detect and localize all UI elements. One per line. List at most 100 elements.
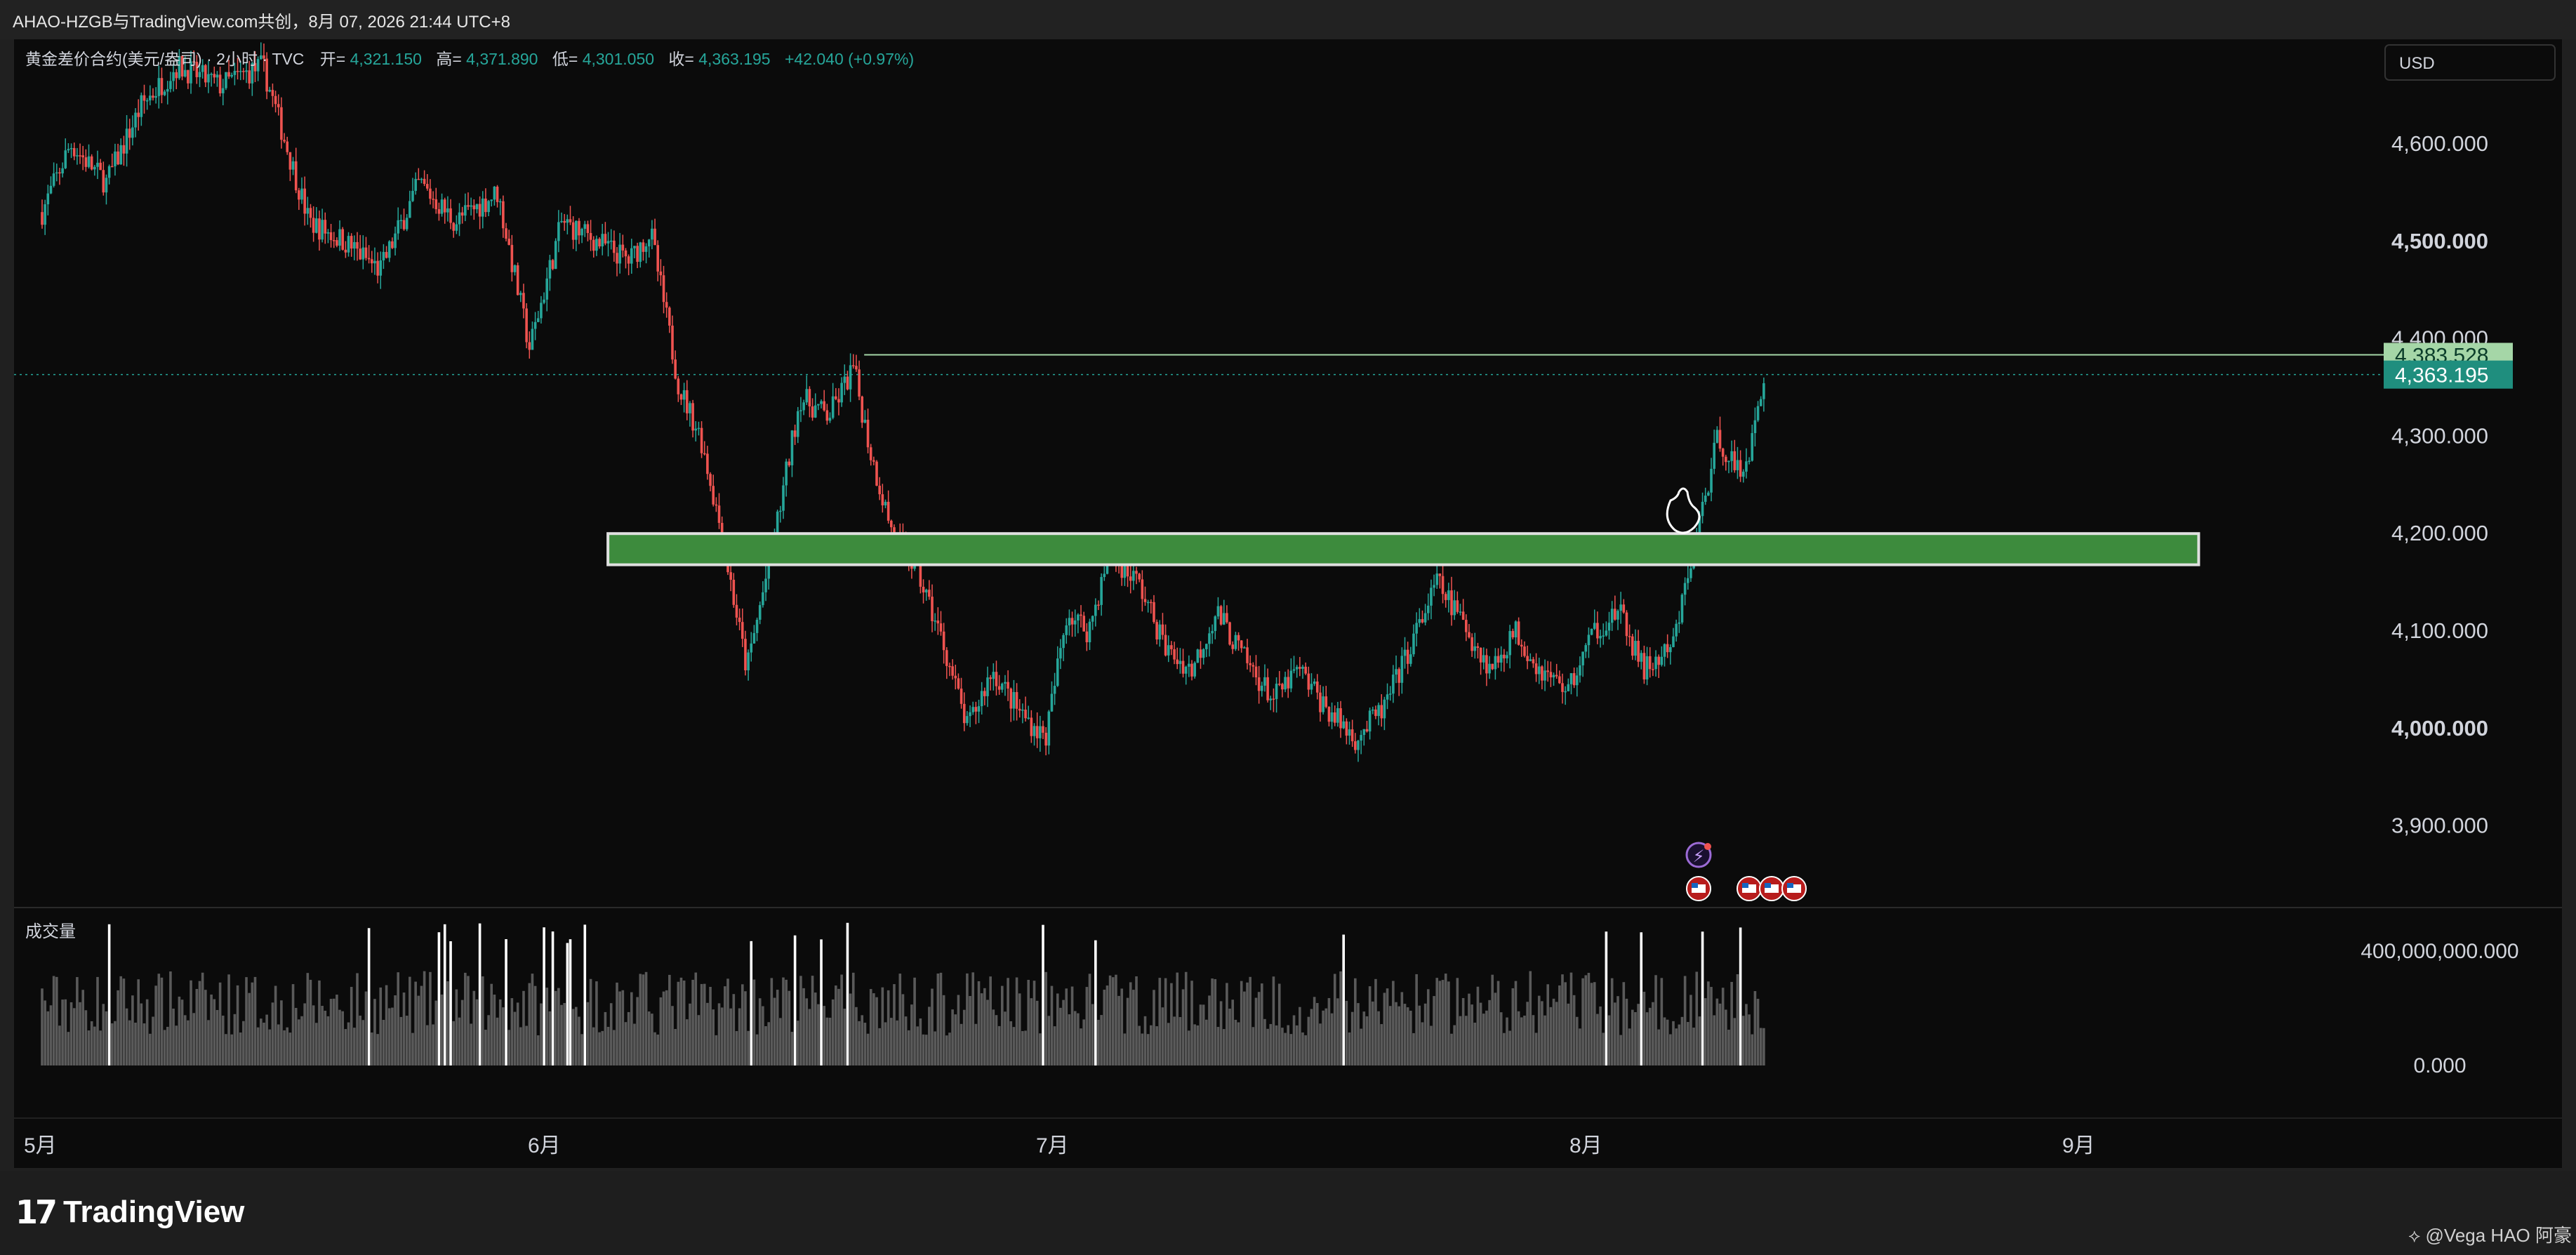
- candle-body: [458, 212, 461, 225]
- volume-bar: [1616, 996, 1619, 1065]
- candle-body: [934, 620, 936, 622]
- candle-body: [478, 204, 482, 217]
- volume-bar: [1339, 971, 1342, 1065]
- candle-body: [1199, 649, 1202, 658]
- candle-body: [817, 404, 820, 406]
- volume-bar: [1645, 1012, 1649, 1065]
- candle-body: [1179, 660, 1182, 665]
- volume-bar: [1170, 983, 1173, 1065]
- candle-body: [1663, 644, 1666, 657]
- candle-body: [741, 622, 744, 639]
- volume-bar: [149, 1033, 152, 1065]
- volume-bar: [1304, 1035, 1307, 1065]
- candle-body: [236, 70, 239, 72]
- currency-selector[interactable]: USD: [2384, 44, 2556, 81]
- candle-body: [1173, 649, 1176, 660]
- volume-bar: [831, 999, 835, 1065]
- candle-body: [709, 474, 712, 486]
- candle-body: [1035, 726, 1039, 738]
- candle-body: [516, 265, 519, 296]
- volume-bar: [493, 994, 496, 1065]
- volume-bar: [1695, 971, 1699, 1065]
- candle-body: [187, 69, 190, 84]
- candle-body: [1485, 655, 1488, 674]
- tradingview-logo[interactable]: 17 TradingView: [15, 1193, 244, 1231]
- candle-body: [703, 453, 706, 455]
- volume-bar: [251, 982, 254, 1065]
- volume-bar: [134, 1022, 137, 1065]
- candle-body: [1065, 625, 1068, 635]
- volume-bar: [586, 1002, 590, 1065]
- volume-bar: [1561, 974, 1564, 1065]
- volume-bar: [665, 990, 668, 1065]
- volume-bar: [861, 1015, 864, 1065]
- candle-body: [1701, 501, 1704, 517]
- candle-body: [449, 208, 452, 223]
- volume-bar: [440, 994, 444, 1065]
- candle-body: [1488, 663, 1491, 674]
- volume-bar: [397, 972, 400, 1065]
- candle-body: [536, 318, 540, 322]
- time-tick-label: 7月: [1036, 1134, 1069, 1157]
- volume-bar: [1710, 987, 1713, 1065]
- volume-bar: [592, 1027, 595, 1065]
- volume-bar: [630, 992, 633, 1065]
- volume-bar: [1704, 998, 1707, 1065]
- volume-bar: [1231, 1000, 1235, 1065]
- volume-bar: [1228, 1009, 1231, 1065]
- candle-body: [467, 205, 470, 207]
- candle-body: [1333, 712, 1336, 723]
- volume-bar: [1042, 924, 1044, 1065]
- legend-symbol[interactable]: 黄金差价合约(美元/盎司) · 2小时 · TVC: [25, 50, 304, 68]
- candle-body: [286, 141, 289, 152]
- legend-close-value: 4,363.195: [698, 50, 770, 68]
- candle-body: [1564, 691, 1567, 693]
- volume-bar: [1068, 1014, 1071, 1065]
- candle-body: [855, 366, 858, 370]
- volume-bar: [332, 998, 336, 1065]
- candle-body: [1680, 595, 1684, 623]
- candle-body: [828, 418, 832, 421]
- volume-bar: [858, 1021, 861, 1065]
- volume-bar: [1607, 1015, 1611, 1065]
- candle-body: [866, 419, 870, 448]
- volume-bar: [788, 990, 791, 1065]
- candle-body: [969, 712, 971, 717]
- volume-bar: [1097, 1019, 1100, 1065]
- volume-bar: [312, 1005, 315, 1065]
- volume-bar: [356, 973, 359, 1065]
- volume-bar: [1713, 1015, 1715, 1065]
- volume-bar: [1056, 993, 1059, 1065]
- support-zone[interactable]: [606, 532, 2200, 566]
- legend-open-value: 4,321.150: [350, 50, 422, 68]
- volume-bar: [1730, 981, 1733, 1065]
- candle-body: [1587, 635, 1591, 646]
- volume-bar: [72, 1008, 76, 1065]
- candle-body: [1056, 658, 1059, 686]
- candle-body: [117, 151, 119, 165]
- volume-bar: [1080, 1028, 1082, 1065]
- candle-body: [1421, 619, 1424, 623]
- volume-bar: [796, 1021, 799, 1065]
- candle-body: [755, 619, 759, 633]
- volume-bar: [303, 1003, 306, 1065]
- candle-body: [1153, 602, 1155, 623]
- volume-bar: [1310, 1009, 1313, 1065]
- volume-bar: [992, 1009, 995, 1065]
- candle-body: [1581, 651, 1584, 665]
- volume-bar: [1196, 1025, 1200, 1065]
- candle-body: [1614, 609, 1616, 620]
- volume-bar: [828, 1017, 832, 1065]
- volume-bar: [1680, 1016, 1684, 1065]
- author-credit[interactable]: ⟡ @Vega HAO 阿豪: [2408, 1221, 2572, 1247]
- candle-body: [729, 572, 732, 580]
- candle-body: [679, 394, 683, 400]
- candle-body: [239, 71, 242, 72]
- candle-body: [1715, 430, 1719, 443]
- volume-bar: [1354, 978, 1357, 1065]
- volume-bar: [720, 1007, 724, 1065]
- volume-bar: [1672, 1021, 1675, 1065]
- volume-bar: [536, 1035, 540, 1065]
- volume-bar: [1281, 1028, 1284, 1065]
- candle-body: [545, 278, 549, 300]
